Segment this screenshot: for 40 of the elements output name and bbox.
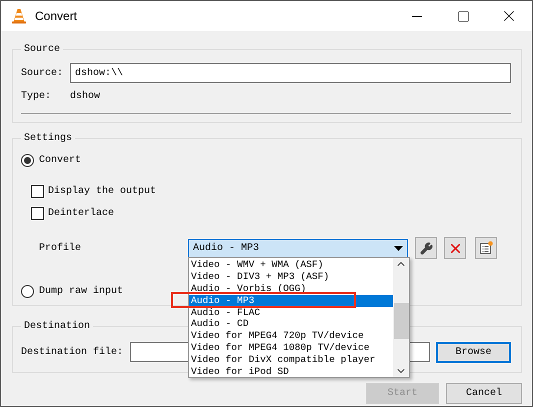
dropdown-item[interactable]: Video for iPod SD <box>189 366 393 378</box>
wrench-icon <box>420 242 432 254</box>
dropdown-item[interactable]: Video for DivX compatible player <box>189 354 393 366</box>
field-label: Source: <box>21 68 64 78</box>
list-icon <box>479 241 493 255</box>
cone-icon <box>11 8 27 24</box>
dialog-button[interactable]: Cancel <box>446 383 522 404</box>
window-title: Convert <box>35 9 78 23</box>
dropdown-item[interactable]: Video for MPEG4 720p TV/device <box>189 330 393 342</box>
group-title: Settings <box>23 133 74 144</box>
dropdown-item[interactable]: Audio - MP3 <box>189 294 393 307</box>
radio-button[interactable] <box>21 284 34 298</box>
profile-dropdown[interactable]: Audio - MP3 <box>188 238 408 258</box>
dropdown-item[interactable]: Video for MPEG4 1080p TV/device <box>189 342 393 354</box>
dropdown-item[interactable]: Audio - FLAC <box>189 306 393 318</box>
caret-icon <box>394 246 403 250</box>
radio-button[interactable] <box>21 154 34 166</box>
type-value: dshow <box>70 90 100 102</box>
source-field[interactable]: dshow:\\ <box>70 63 511 83</box>
field-label: Type: <box>21 90 52 102</box>
maximize-icon <box>456 10 470 22</box>
dropdown-item[interactable]: Audio - Vorbis (OGG) <box>189 282 393 295</box>
group-title: Destination <box>23 321 92 332</box>
new-profile-button[interactable] <box>475 237 497 259</box>
checkbox[interactable] <box>31 206 44 220</box>
field-label: Destination file: <box>21 346 124 358</box>
browse-button[interactable]: Browse <box>436 342 511 362</box>
radio-label: Dump raw input <box>39 286 124 296</box>
scrollbar[interactable] <box>393 258 409 377</box>
dropdown-item[interactable]: Audio - CD <box>189 318 393 330</box>
dropdown-item[interactable]: Video - DIV3 + MP3 (ASF) <box>189 270 393 283</box>
profile-label: Profile <box>39 242 82 254</box>
edit-profile-button[interactable] <box>415 237 437 259</box>
delete-profile-button[interactable] <box>444 237 466 259</box>
group-title: Source <box>23 44 62 55</box>
checkbox-label: Deinterlace <box>48 208 114 218</box>
dropdown-item[interactable]: Video - WMV + WMA (ASF) <box>189 259 393 271</box>
checkbox-label: Display the output <box>48 186 156 196</box>
checkbox[interactable] <box>31 184 44 198</box>
radio-label: Convert <box>39 154 82 166</box>
